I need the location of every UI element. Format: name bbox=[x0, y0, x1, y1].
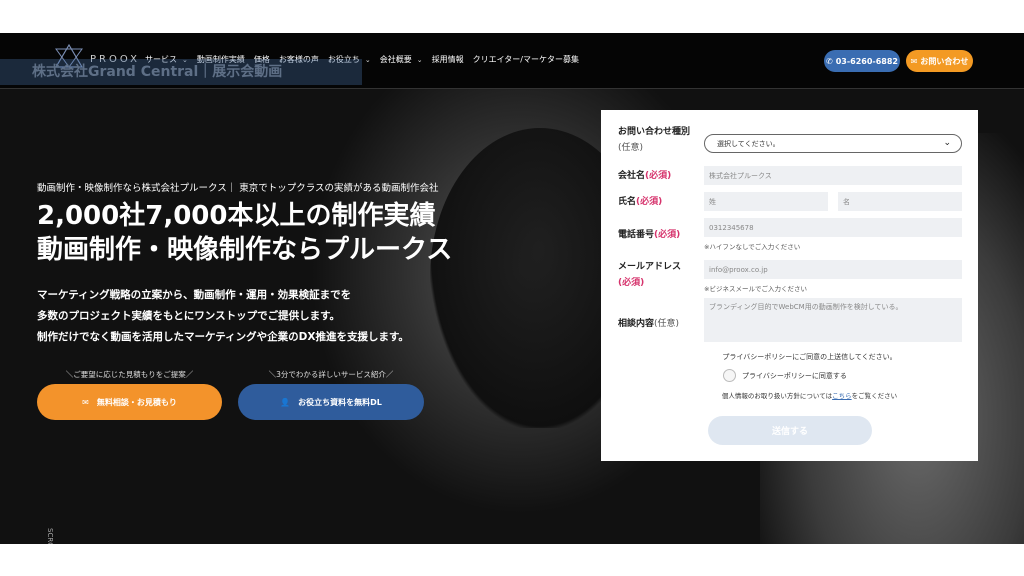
agree-radio[interactable] bbox=[723, 369, 736, 382]
message-textarea[interactable]: ブランディング目的でWebCM用の動画制作を検討している。 bbox=[704, 298, 962, 342]
submit-button[interactable]: 送信する bbox=[708, 416, 872, 445]
last-name-input[interactable]: 姓 bbox=[704, 192, 828, 211]
mail-icon: ✉ bbox=[82, 397, 89, 407]
privacy-agree[interactable]: プライバシーポリシーに同意する bbox=[723, 369, 847, 382]
inquiry-type-select[interactable]: 選択してください。 ⌄ bbox=[704, 134, 962, 153]
desc-line-3: 制作だけでなく動画を活用したマーケティングや企業のDX推進を支援します。 bbox=[37, 331, 409, 343]
first-name-input[interactable]: 名 bbox=[838, 192, 962, 211]
phone-button[interactable]: ✆ 03-6260-6882 bbox=[824, 50, 900, 72]
person-icon: 👤 bbox=[280, 397, 291, 407]
desc-line-2: 多数のプロジェクト実績をもとにワンストップでご提供します。 bbox=[37, 310, 341, 322]
inquiry-type-label: お問い合わせ種別 (任意) bbox=[618, 127, 691, 153]
headline-line-1: 2,000社7,000本以上の制作実績 bbox=[37, 201, 436, 231]
message-label: 相談内容(任意) bbox=[618, 319, 680, 329]
policy-link[interactable]: こちら bbox=[832, 392, 852, 400]
contact-form: お問い合わせ種別 (任意) 選択してください。 ⌄ 会社名(必須) 株式会社プル… bbox=[601, 110, 978, 461]
nav-item-recruit[interactable]: 採用情報 bbox=[432, 54, 464, 65]
mail-icon: ✉ bbox=[910, 56, 918, 66]
nav-item-company[interactable]: 会社概要 ⌄ bbox=[380, 54, 423, 65]
name-label: 氏名(必須) bbox=[618, 197, 663, 207]
scroll-indicator: SCROLL bbox=[46, 528, 54, 544]
hero-headline: 2,000社7,000本以上の制作実績 動画制作・映像制作ならプルークス bbox=[37, 199, 452, 267]
privacy-note: プライバシーポリシーにご同意の上送信してください。 bbox=[722, 353, 897, 361]
free-consult-button[interactable]: ✉ 無料相談・お見積もり bbox=[37, 384, 222, 420]
hero-description: マーケティング戦略の立案から、動画制作・運用・効果検証までを 多数のプロジェクト… bbox=[37, 285, 409, 348]
policy-line: 個人情報のお取り扱い方針についてはこちらをご覧ください bbox=[721, 392, 898, 400]
hero-tagline: 動画制作・映像制作なら株式会社プルークス｜ 東京でトップクラスの実績がある動画制… bbox=[37, 183, 439, 194]
email-label: メールアドレス (必須) bbox=[618, 262, 682, 288]
chevron-down-icon: ⌄ bbox=[943, 138, 951, 148]
cta-caption-download: ＼3分でわかる詳しいサービス紹介／ bbox=[268, 370, 394, 379]
company-label: 会社名(必須) bbox=[618, 171, 672, 181]
chevron-down-icon: ⌄ bbox=[416, 55, 423, 64]
phone-icon: ✆ bbox=[825, 56, 833, 66]
contact-button[interactable]: ✉ お問い合わせ bbox=[906, 50, 973, 72]
company-input[interactable]: 株式会社プルークス bbox=[704, 166, 962, 185]
cta-caption-estimate: ＼ご要望に応じた見積もりをご提案／ bbox=[65, 370, 194, 379]
phone-hint: ※ハイフンなしでご入力ください bbox=[704, 243, 801, 251]
email-hint: ※ビジネスメールでご入力ください bbox=[704, 285, 807, 293]
download-materials-button[interactable]: 👤 お役立ち資料を無料DL bbox=[238, 384, 424, 420]
email-input[interactable]: info@proox.co.jp bbox=[704, 260, 962, 279]
headline-line-2: 動画制作・映像制作ならプルークス bbox=[37, 235, 453, 265]
overlay-window-title: 株式会社Grand Central｜展示会動画 bbox=[0, 59, 362, 85]
phone-input[interactable]: 0312345678 bbox=[704, 218, 962, 237]
chevron-down-icon: ⌄ bbox=[364, 55, 371, 64]
hero-section: PROOX サービス ⌄ 動画制作実績 価格 お客様の声 お役立ち ⌄ 会社概要 ⌄ … bbox=[0, 33, 1024, 544]
nav-divider bbox=[0, 88, 1024, 89]
desc-line-1: マーケティング戦略の立案から、動画制作・運用・効果検証までを bbox=[37, 289, 352, 301]
phone-label: 電話番号(必須) bbox=[618, 230, 681, 240]
nav-item-creator[interactable]: クリエイター/マーケター募集 bbox=[473, 54, 579, 65]
